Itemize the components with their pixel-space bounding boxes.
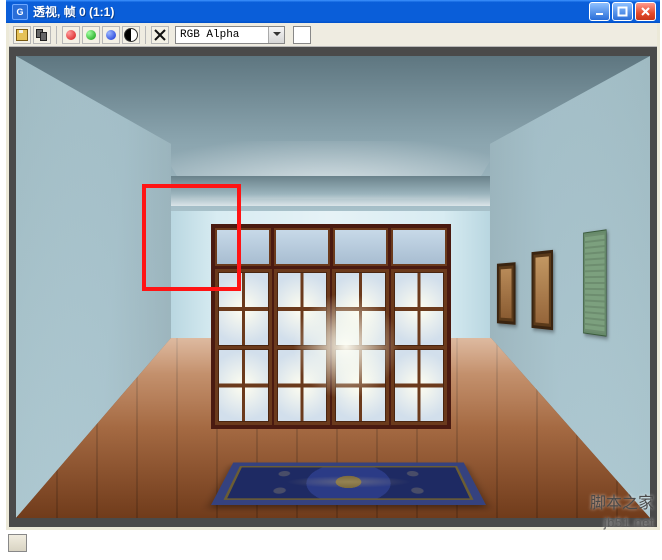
- wall-art-1: [497, 262, 516, 325]
- door-transom: [215, 228, 447, 266]
- clone-button[interactable]: [33, 26, 51, 44]
- render-image: [16, 56, 650, 518]
- wall-art-2: [532, 250, 553, 330]
- half-circle-icon: [124, 28, 138, 42]
- door-panel: [391, 269, 448, 425]
- blue-dot-icon: [106, 30, 116, 40]
- render-viewport: [9, 47, 657, 527]
- wall-art-3: [583, 229, 606, 336]
- green-dot-icon: [86, 30, 96, 40]
- save-button[interactable]: [13, 26, 31, 44]
- door-panel: [215, 269, 272, 425]
- channel-select[interactable]: RGB Alpha: [175, 26, 285, 44]
- color-swatch[interactable]: [293, 26, 311, 44]
- toolbar: RGB Alpha: [9, 23, 657, 47]
- red-highlight-box: [142, 184, 241, 291]
- titlebar[interactable]: G 透视, 帧 0 (1:1): [6, 0, 660, 23]
- door-frame: [211, 224, 451, 429]
- window-buttons: [589, 2, 656, 21]
- minimize-button[interactable]: [589, 2, 610, 21]
- carpet: [211, 462, 486, 505]
- red-dot-icon: [66, 30, 76, 40]
- app-window: G 透视, 帧 0 (1:1) RGB Alpha: [6, 0, 660, 530]
- red-channel-button[interactable]: [62, 26, 80, 44]
- doors: [215, 269, 447, 425]
- disk-icon: [16, 29, 28, 41]
- channel-select-value: RGB Alpha: [176, 29, 268, 41]
- room-scene: [16, 56, 650, 518]
- door-panel: [332, 269, 389, 425]
- monochrome-button[interactable]: [122, 26, 140, 44]
- separator: [145, 26, 146, 44]
- separator: [56, 26, 57, 44]
- cross-icon: [154, 29, 166, 41]
- blue-channel-button[interactable]: [102, 26, 120, 44]
- green-channel-button[interactable]: [82, 26, 100, 44]
- clear-button[interactable]: [151, 26, 169, 44]
- window-title: 透视, 帧 0 (1:1): [33, 3, 589, 20]
- app-icon: G: [12, 4, 28, 20]
- close-button[interactable]: [635, 2, 656, 21]
- ui-fragment: [8, 534, 27, 552]
- maximize-button[interactable]: [612, 2, 633, 21]
- door-panel: [274, 269, 331, 425]
- clone-icon: [36, 29, 48, 41]
- chevron-down-icon[interactable]: [268, 27, 284, 43]
